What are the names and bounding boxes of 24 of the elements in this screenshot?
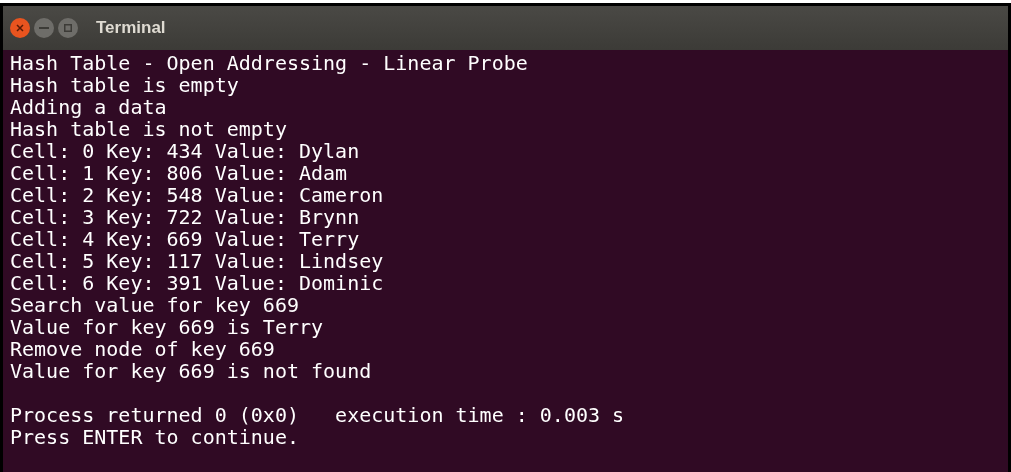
minimize-icon xyxy=(39,27,49,29)
output-line: Hash table is empty xyxy=(10,74,239,96)
output-line: Hash Table - Open Addressing - Linear Probe xyxy=(10,52,528,74)
window-title: Terminal xyxy=(96,17,166,40)
output-line: Hash table is not empty xyxy=(10,118,287,140)
close-button[interactable] xyxy=(10,18,30,38)
output-line: Cell: 3 Key: 722 Value: Brynn xyxy=(10,206,360,228)
output-line: Remove node of key 669 xyxy=(10,338,275,360)
output-line: Cell: 6 Key: 391 Value: Dominic xyxy=(10,272,384,294)
output-line: Cell: 4 Key: 669 Value: Terry xyxy=(10,228,360,250)
output-line: Cell: 0 Key: 434 Value: Dylan xyxy=(10,140,360,162)
maximize-icon xyxy=(64,24,72,32)
output-line: Value for key 669 is not found xyxy=(10,360,372,382)
maximize-button[interactable] xyxy=(58,18,78,38)
output-line: Process returned 0 (0x0) execution time : 0.003 s xyxy=(10,404,625,426)
output-line: Search value for key 669 xyxy=(10,294,299,316)
output-line: Adding a data xyxy=(10,96,167,118)
output-line: Cell: 1 Key: 806 Value: Adam xyxy=(10,162,348,184)
minimize-button[interactable] xyxy=(34,18,54,38)
output-line: Press ENTER to continue. xyxy=(10,426,299,448)
output-line: Value for key 669 is Terry xyxy=(10,316,324,338)
output-line: Cell: 5 Key: 117 Value: Lindsey xyxy=(10,250,384,272)
output-line: Cell: 2 Key: 548 Value: Cameron xyxy=(10,184,384,206)
close-icon xyxy=(16,24,24,32)
